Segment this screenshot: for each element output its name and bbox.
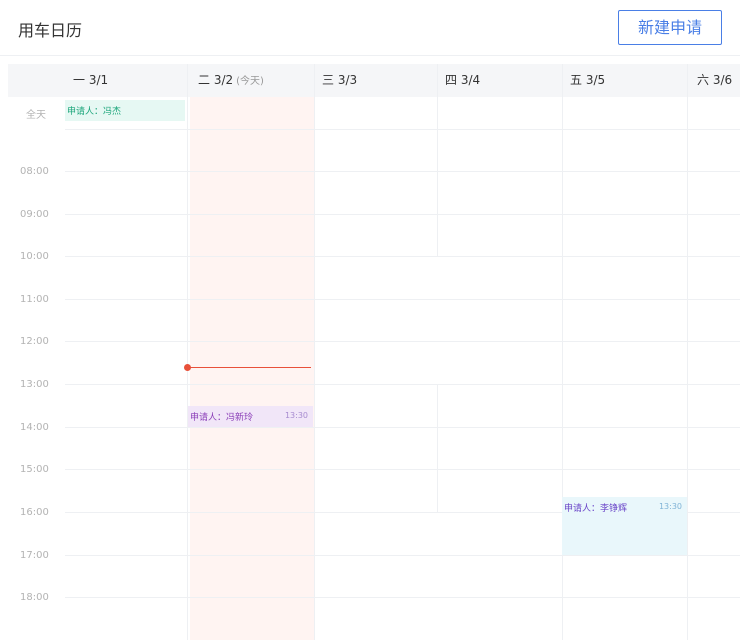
day-label: 五 3/5 [570, 73, 606, 87]
time-label: 15:00 [20, 464, 49, 475]
time-label: 13:00 [20, 379, 49, 390]
time-label: 12:00 [20, 336, 49, 347]
hour-line [65, 256, 740, 257]
current-time-dot [184, 364, 191, 371]
event-allday-fengjie[interactable]: 申请人：冯杰 [65, 100, 185, 121]
event-applicant: 申请人：冯新玲 [190, 413, 254, 423]
day-label: 四 3/4 [445, 73, 481, 87]
hour-line [65, 469, 740, 470]
time-label: 18:00 [20, 592, 49, 603]
time-label: 09:00 [20, 209, 49, 220]
time-label: 11:00 [20, 294, 49, 305]
event-applicant: 申请人：李铮辉 [564, 504, 628, 514]
day-label: 三 3/3 [322, 73, 358, 87]
day-header-thu[interactable]: 四 3/4 [437, 64, 562, 97]
day-header-fri[interactable]: 五 3/5 [562, 64, 687, 97]
column-divider [437, 385, 438, 513]
today-tag: (今天) [236, 76, 264, 87]
hour-line [65, 555, 740, 556]
allday-row-divider [65, 129, 740, 130]
event-time: 13:30 [284, 411, 308, 420]
hour-line [65, 427, 740, 428]
day-label: 六 3/6 [697, 73, 733, 87]
day-header-wed[interactable]: 三 3/3 [314, 64, 437, 97]
day-header-sat[interactable]: 六 3/6 [689, 64, 740, 97]
hour-line [65, 171, 740, 172]
event-fengxinling[interactable]: 申请人：冯新玲 13:30 [188, 406, 313, 427]
day-label: 二 3/2 [198, 73, 234, 87]
column-divider [687, 64, 688, 640]
time-label: 10:00 [20, 251, 49, 262]
hour-line [65, 384, 740, 385]
current-time-line [187, 367, 311, 368]
week-calendar: 一 3/1 二 3/2 (今天) 三 3/3 四 3/4 五 3/5 六 3/6 … [0, 0, 740, 640]
hour-line [65, 597, 740, 598]
day-header-mon[interactable]: 一 3/1 [65, 64, 187, 97]
event-applicant: 申请人：冯杰 [67, 107, 122, 117]
today-column-highlight [190, 97, 314, 640]
column-divider [314, 64, 315, 640]
event-lizhenghui[interactable]: 申请人：李铮辉 13:30 [562, 497, 687, 555]
hour-line [65, 341, 740, 342]
day-header-tue[interactable]: 二 3/2 (今天) [190, 64, 314, 97]
event-time: 13:30 [658, 502, 682, 511]
day-label: 一 3/1 [73, 73, 109, 87]
time-label: 16:00 [20, 507, 49, 518]
time-label: 08:00 [20, 166, 49, 177]
time-label: 17:00 [20, 550, 49, 561]
column-divider [187, 64, 188, 640]
hour-line [65, 299, 740, 300]
allday-label: 全天 [26, 110, 46, 121]
hour-line [65, 214, 740, 215]
time-label: 14:00 [20, 422, 49, 433]
